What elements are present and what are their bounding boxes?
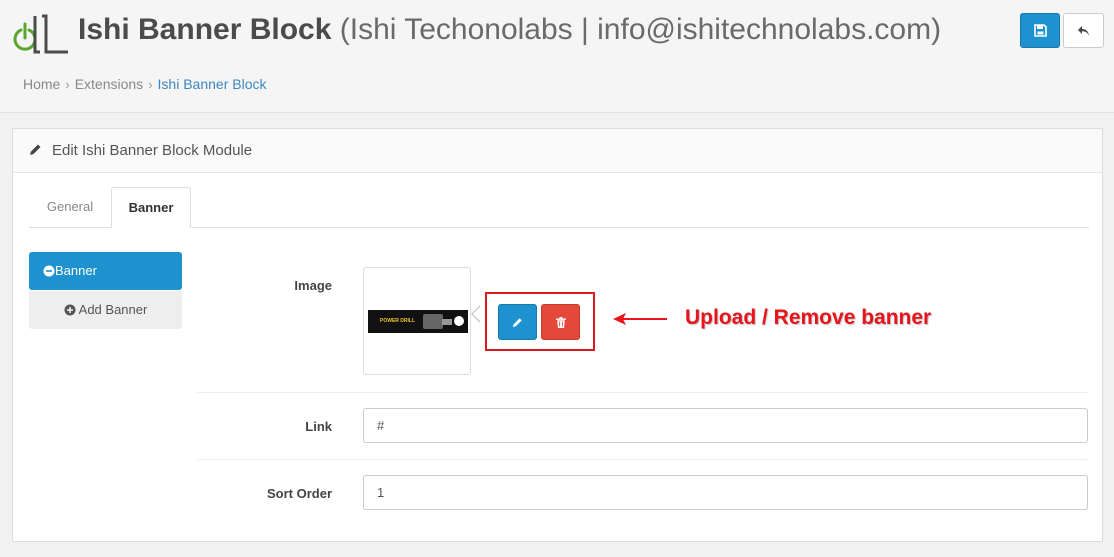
pencil-icon <box>30 144 41 155</box>
pencil-icon <box>512 317 522 327</box>
plus-circle-icon <box>64 304 76 316</box>
arrow-left-icon <box>613 313 667 325</box>
row-divider <box>197 459 1087 460</box>
banner-image: POWER DRILL <box>368 310 468 333</box>
tab-general[interactable]: General <box>29 187 111 227</box>
page-header: Ishi Banner Block (Ishi Techonolabs | in… <box>0 0 1114 113</box>
breadcrumb-home[interactable]: Home <box>23 76 60 92</box>
save-button[interactable] <box>1020 13 1060 48</box>
minus-circle-icon <box>43 265 55 277</box>
panel-title: Edit Ishi Banner Block Module <box>52 142 253 159</box>
remove-image-button[interactable] <box>541 304 580 340</box>
sort-order-input[interactable]: 1 <box>363 475 1088 510</box>
row-divider <box>197 392 1087 393</box>
chevron-right-icon: › <box>148 77 153 92</box>
banner-thumbnail[interactable]: POWER DRILL <box>363 267 471 375</box>
breadcrumb: Home › Extensions › Ishi Banner Block <box>23 74 266 95</box>
image-label: Image <box>294 278 332 293</box>
link-input[interactable]: # <box>363 408 1088 443</box>
add-banner-label: Add Banner <box>78 302 148 317</box>
save-icon <box>1033 24 1047 37</box>
panel-heading: Edit Ishi Banner Block Module <box>13 129 1102 173</box>
chevron-right-icon: › <box>65 77 70 92</box>
tab-bar: General Banner <box>29 187 1089 228</box>
link-label: Link <box>305 419 332 434</box>
annotation-label: Upload / Remove banner <box>685 306 932 329</box>
back-button[interactable] <box>1063 13 1104 48</box>
ishi-logo <box>13 14 68 54</box>
tab-banner[interactable]: Banner <box>111 187 191 228</box>
edit-module-panel: Edit Ishi Banner Block Module General Ba… <box>12 128 1103 542</box>
sort-order-label: Sort Order <box>266 486 332 501</box>
breadcrumb-extensions[interactable]: Extensions <box>75 76 143 92</box>
trash-icon <box>555 316 566 328</box>
sidebar-item-banner[interactable]: Banner <box>29 252 182 290</box>
reply-icon <box>1078 25 1089 36</box>
page-title: Ishi Banner Block (Ishi Techonolabs | in… <box>78 13 942 46</box>
add-banner-button[interactable]: Add Banner <box>29 291 182 329</box>
edit-image-button[interactable] <box>498 304 537 340</box>
breadcrumb-current[interactable]: Ishi Banner Block <box>158 76 267 92</box>
sidebar-item-label: Banner <box>55 263 97 278</box>
